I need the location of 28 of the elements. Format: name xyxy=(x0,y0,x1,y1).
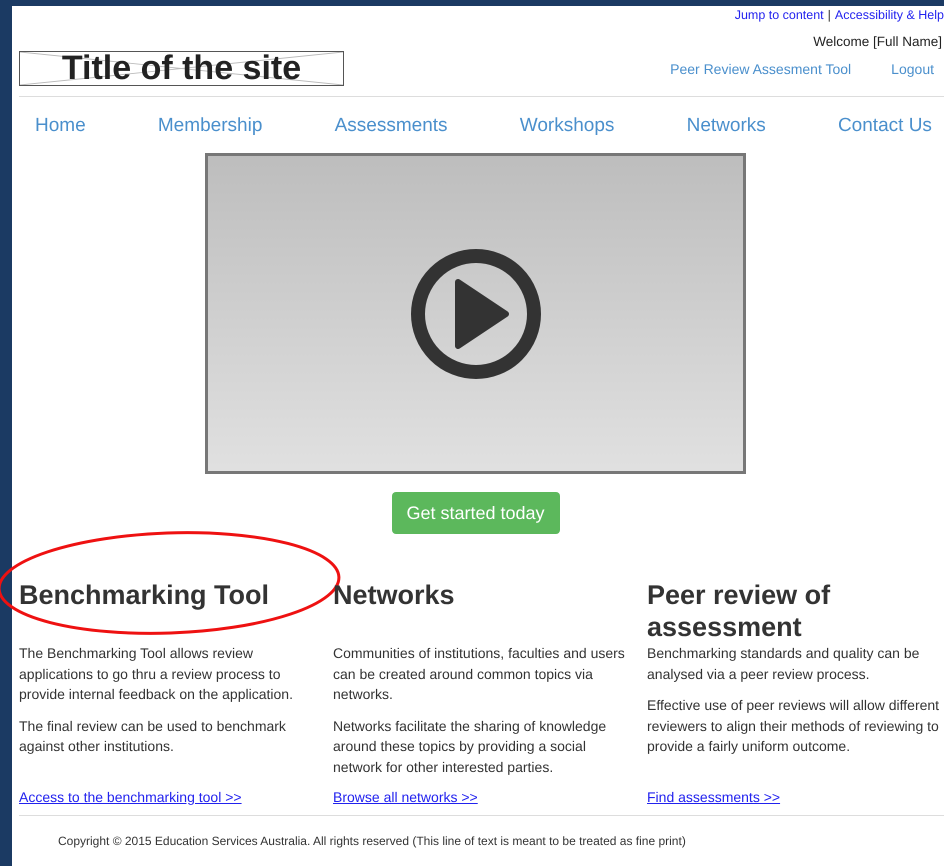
nav-link[interactable]: Assessments xyxy=(334,115,448,153)
column-heading: Networks xyxy=(333,579,456,612)
nav-link[interactable]: Membership xyxy=(158,115,262,153)
welcome-text: Welcome [Full Name] xyxy=(813,34,942,49)
column-heading: Benchmarking Tool xyxy=(19,579,270,612)
nav-link[interactable]: Home xyxy=(35,115,86,153)
column-link[interactable]: Browse all networks >> xyxy=(333,789,478,805)
top-link[interactable]: Accessibility & Help xyxy=(834,8,944,22)
column-paragraph: Benchmarking standards and quality can be analysed via a peer review process. xyxy=(647,644,920,684)
get-started-button[interactable]: Get started today xyxy=(392,492,560,534)
column-paragraph: The final review can be used to benchmark against other institutions. xyxy=(19,716,287,756)
copyright-text: Copyright © 2015 Education Services Australia. All rights reserved (This line of text is meant to be treated as fine print) xyxy=(58,834,686,848)
play-icon[interactable] xyxy=(410,248,542,380)
column-paragraph: Effective use of peer reviews will allow different reviewers to align their methods of reviewing to provide a fairly uniform outcome. xyxy=(647,696,940,756)
column-link[interactable]: Find assessments >> xyxy=(647,789,780,805)
top-link[interactable]: Jump to content xyxy=(734,8,824,22)
column-paragraph: The Benchmarking Tool allows review applications to go thru a review process to provide internal feedback on the application. xyxy=(19,644,294,704)
user-link[interactable]: Logout xyxy=(891,61,934,77)
site-title: Title of the site xyxy=(19,51,344,86)
column-link[interactable]: Access to the benchmarking tool >> xyxy=(19,789,242,805)
column-paragraph: Networks facilitate the sharing of knowledge around these topics by providing a social network for other interested parties. xyxy=(333,716,608,777)
user-link[interactable]: Peer Review Assesment Tool xyxy=(670,61,852,77)
column-heading: Peer review of assessment xyxy=(647,579,832,643)
divider-text: | xyxy=(828,8,831,22)
nav-link[interactable]: Workshops xyxy=(520,115,614,153)
nav-link[interactable]: Networks xyxy=(686,115,766,153)
nav-link[interactable]: Contact Us xyxy=(838,115,932,153)
column-paragraph: Communities of institutions, faculties and users can be created around common topics via networks. xyxy=(333,644,626,704)
